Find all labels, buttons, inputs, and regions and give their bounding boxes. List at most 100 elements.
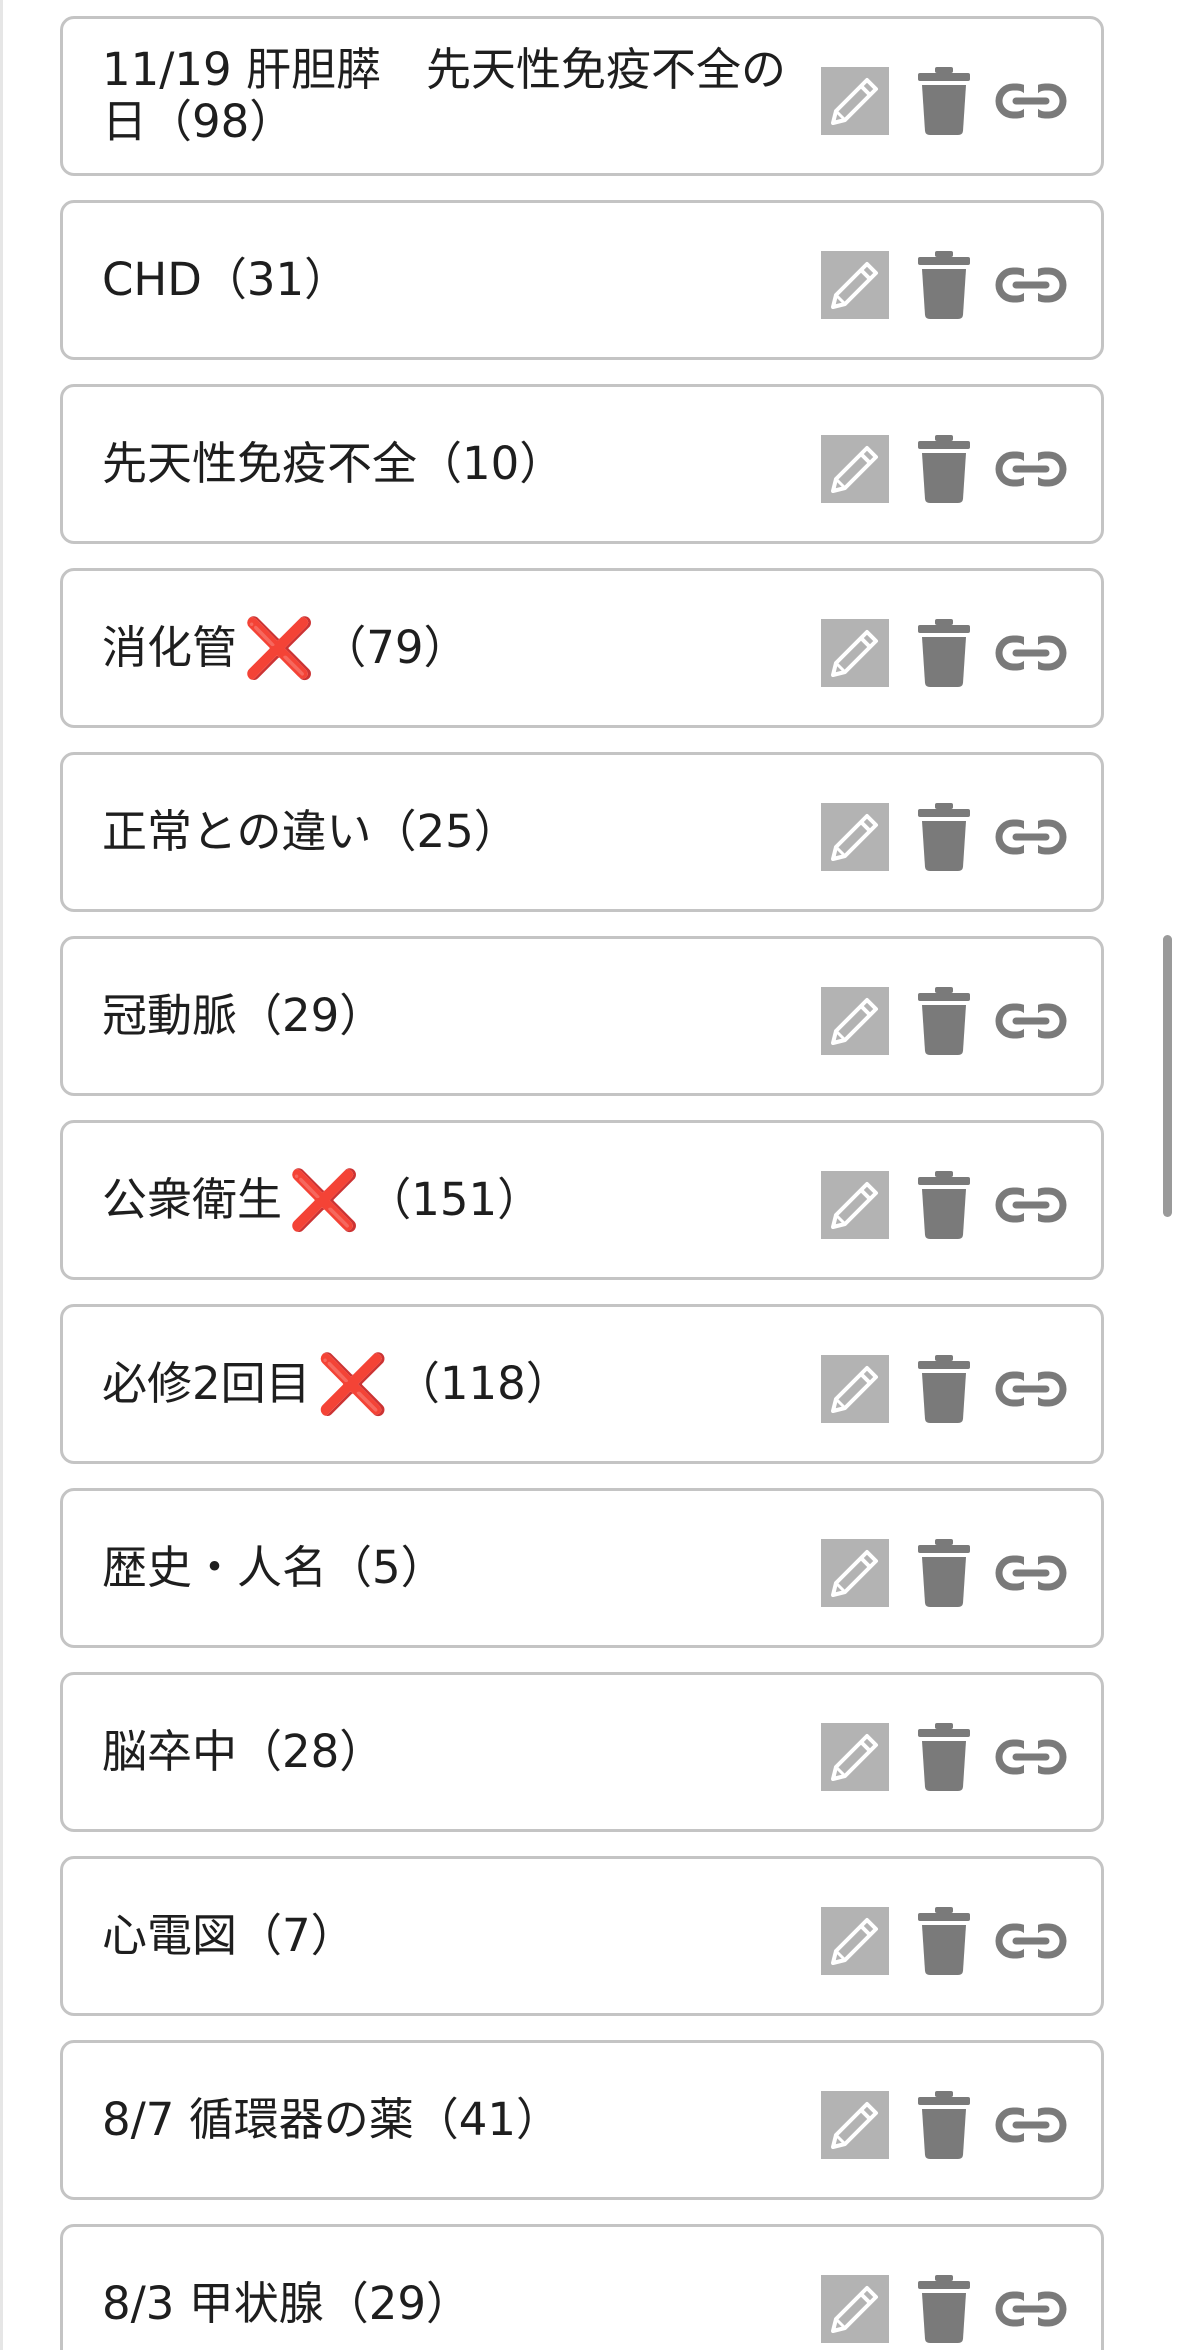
deck-row[interactable]: 公衆衛生 ❌ （151） <box>60 1120 1104 1280</box>
deck-row[interactable]: 8/7 循環器の薬（41） <box>60 2040 1104 2200</box>
delete-button[interactable] <box>918 1723 970 1791</box>
deck-name: 脳卒中（28） <box>102 1725 385 1778</box>
edit-button[interactable] <box>821 803 889 871</box>
deck-title: 公衆衛生 ❌ （151） <box>102 1123 872 1277</box>
edit-button[interactable] <box>821 1355 889 1423</box>
delete-button[interactable] <box>918 1907 970 1975</box>
deck-list-page: 11/19 肝胆膵 先天性免疫不全の 日（98） CHD（31） 先天性免疫不全（10… <box>0 0 1179 2350</box>
link-button[interactable] <box>994 2275 1068 2343</box>
deck-row[interactable]: 消化管 ❌ （79） <box>60 568 1104 728</box>
pencil-icon <box>821 2091 889 2159</box>
link-button[interactable] <box>994 2091 1068 2159</box>
deck-title: 11/19 肝胆膵 先天性免疫不全の 日（98） <box>102 19 872 173</box>
trash-icon <box>918 1539 970 1607</box>
delete-button[interactable] <box>918 1355 970 1423</box>
deck-title: 脳卒中（28） <box>102 1675 872 1829</box>
delete-button[interactable] <box>918 67 970 135</box>
deck-title: 心電図（7） <box>102 1859 872 2013</box>
delete-button[interactable] <box>918 2275 970 2343</box>
edit-button[interactable] <box>821 435 889 503</box>
deck-row[interactable]: 脳卒中（28） <box>60 1672 1104 1832</box>
link-button[interactable] <box>994 1907 1068 1975</box>
deck-row[interactable]: 必修2回目 ❌ （118） <box>60 1304 1104 1464</box>
left-edge-divider <box>0 0 3 2350</box>
deck-title: CHD（31） <box>102 203 872 357</box>
deck-name: 8/7 循環器の薬（41） <box>102 2093 561 2146</box>
pencil-icon <box>821 1907 889 1975</box>
link-button[interactable] <box>994 803 1068 871</box>
edit-button[interactable] <box>821 67 889 135</box>
deck-title: 正常との違い（25） <box>102 755 872 909</box>
cross-mark-icon: ❌ <box>288 1166 361 1234</box>
edit-button[interactable] <box>821 1723 889 1791</box>
deck-name: 8/3 甲状腺（29） <box>102 2277 471 2330</box>
pencil-icon <box>821 2275 889 2343</box>
delete-button[interactable] <box>918 1171 970 1239</box>
pencil-icon <box>821 1355 889 1423</box>
deck-title: 8/3 甲状腺（29） <box>102 2227 872 2350</box>
edit-button[interactable] <box>821 2091 889 2159</box>
delete-button[interactable] <box>918 435 970 503</box>
edit-button[interactable] <box>821 987 889 1055</box>
pencil-icon <box>821 1171 889 1239</box>
link-button[interactable] <box>994 435 1068 503</box>
trash-icon <box>918 1907 970 1975</box>
trash-icon <box>918 619 970 687</box>
scrollbar[interactable] <box>1163 935 1172 1217</box>
link-icon <box>995 2291 1067 2327</box>
link-button[interactable] <box>994 67 1068 135</box>
deck-title: 先天性免疫不全（10） <box>102 387 872 541</box>
trash-icon <box>918 1355 970 1423</box>
deck-row[interactable]: 冠動脈（29） <box>60 936 1104 1096</box>
deck-row[interactable]: 正常との違い（25） <box>60 752 1104 912</box>
link-button[interactable] <box>994 1539 1068 1607</box>
cross-mark-icon: ❌ <box>316 1350 389 1418</box>
link-button[interactable] <box>994 251 1068 319</box>
deck-name: 心電図（7） <box>102 1909 356 1962</box>
deck-name: 公衆衛生 <box>102 1173 283 1226</box>
link-button[interactable] <box>994 619 1068 687</box>
delete-button[interactable] <box>918 1539 970 1607</box>
deck-name: 冠動脈（29） <box>102 989 385 1042</box>
delete-button[interactable] <box>918 619 970 687</box>
edit-button[interactable] <box>821 619 889 687</box>
link-button[interactable] <box>994 1355 1068 1423</box>
deck-title: 消化管 ❌ （79） <box>102 571 872 725</box>
link-icon <box>995 1923 1067 1959</box>
deck-title: 必修2回目 ❌ （118） <box>102 1307 872 1461</box>
deck-row[interactable]: 先天性免疫不全（10） <box>60 384 1104 544</box>
deck-row[interactable]: 11/19 肝胆膵 先天性免疫不全の 日（98） <box>60 16 1104 176</box>
edit-button[interactable] <box>821 1539 889 1607</box>
deck-title-line: 日（98） <box>102 95 295 148</box>
link-icon <box>995 267 1067 303</box>
edit-button[interactable] <box>821 1171 889 1239</box>
delete-button[interactable] <box>918 803 970 871</box>
link-icon <box>995 451 1067 487</box>
cross-mark-icon: ❌ <box>243 614 316 682</box>
deck-row[interactable]: 歴史・人名（5） <box>60 1488 1104 1648</box>
deck-title: 8/7 循環器の薬（41） <box>102 2043 872 2197</box>
link-icon <box>995 1187 1067 1223</box>
deck-count: （151） <box>366 1173 543 1226</box>
deck-row[interactable]: 心電図（7） <box>60 1856 1104 2016</box>
link-button[interactable] <box>994 1171 1068 1239</box>
link-button[interactable] <box>994 1723 1068 1791</box>
delete-button[interactable] <box>918 2091 970 2159</box>
link-button[interactable] <box>994 987 1068 1055</box>
deck-count: （118） <box>394 1357 571 1410</box>
deck-name: 必修2回目 <box>102 1357 311 1410</box>
deck-row[interactable]: 8/3 甲状腺（29） <box>60 2224 1104 2350</box>
link-icon <box>995 1739 1067 1775</box>
pencil-icon <box>821 619 889 687</box>
link-icon <box>995 1371 1067 1407</box>
delete-button[interactable] <box>918 251 970 319</box>
link-icon <box>995 2107 1067 2143</box>
delete-button[interactable] <box>918 987 970 1055</box>
trash-icon <box>918 2091 970 2159</box>
deck-name: 先天性免疫不全（10） <box>102 437 565 490</box>
link-icon <box>995 635 1067 671</box>
edit-button[interactable] <box>821 2275 889 2343</box>
deck-row[interactable]: CHD（31） <box>60 200 1104 360</box>
edit-button[interactable] <box>821 1907 889 1975</box>
edit-button[interactable] <box>821 251 889 319</box>
